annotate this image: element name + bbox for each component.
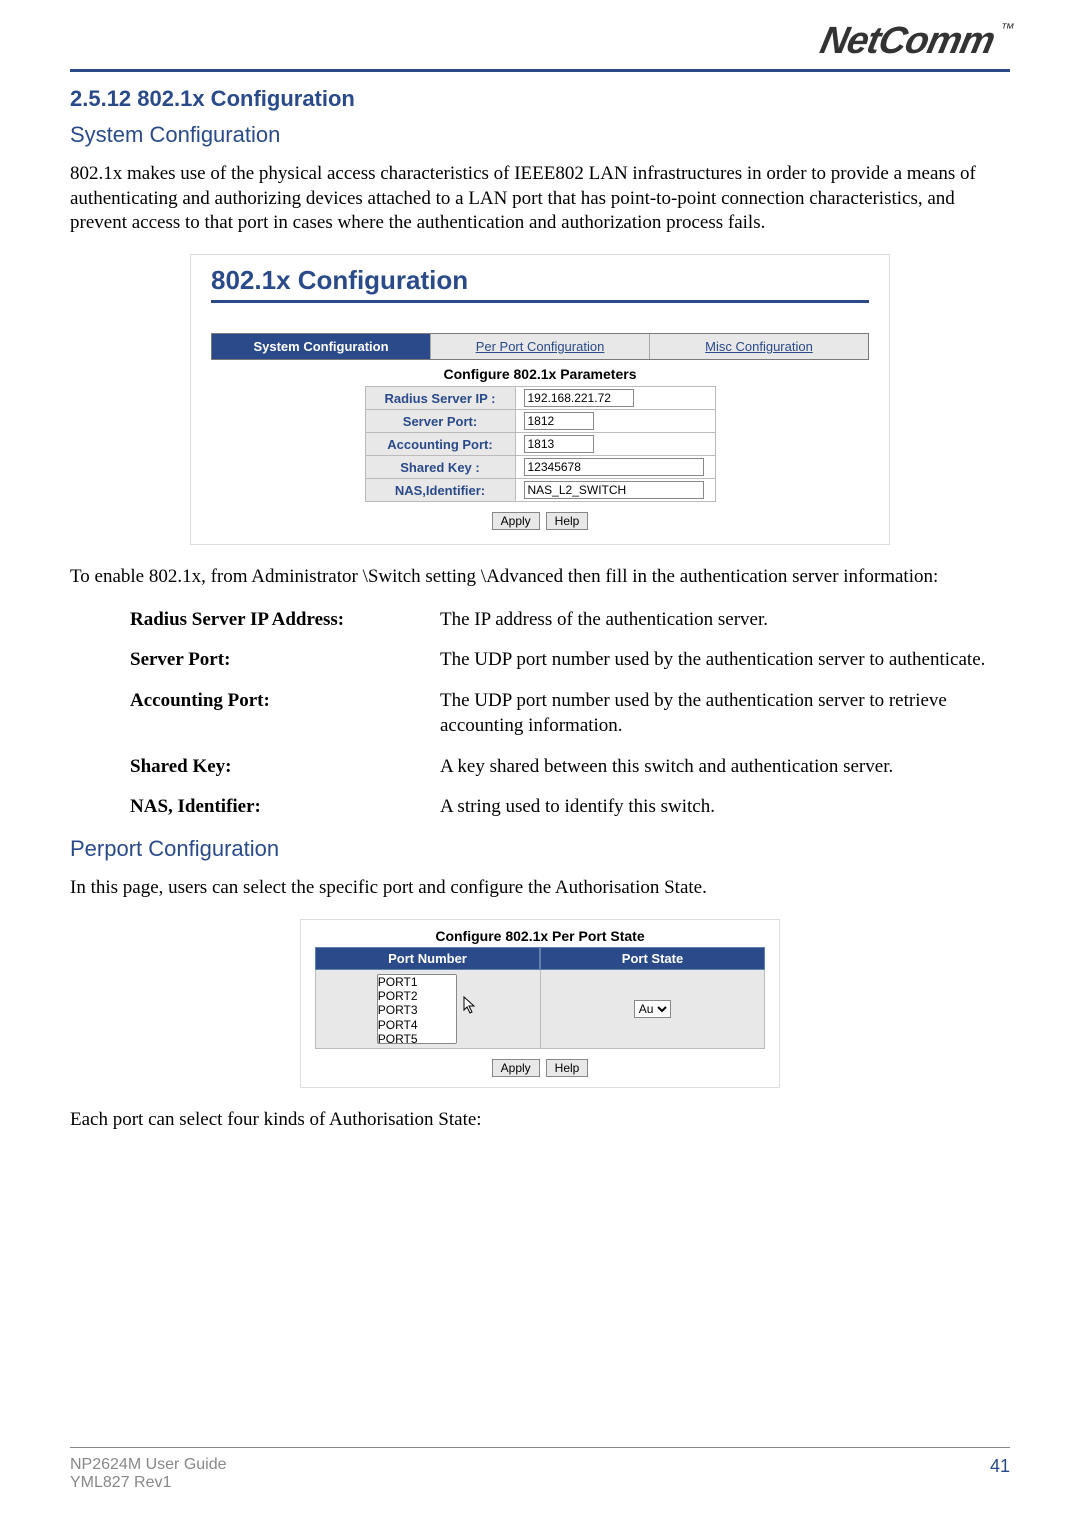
port-option: PORT5: [378, 1032, 456, 1043]
header-bar: NetComm™: [70, 20, 1010, 72]
page-footer: NP2624M User Guide YML827 Rev1 41: [70, 1447, 1010, 1492]
perport-caption: Configure 802.1x Per Port State: [315, 928, 765, 944]
server-port-label: Server Port:: [365, 410, 515, 433]
panel-button-row: Apply Help: [211, 512, 869, 530]
def-term: Shared Key:: [130, 755, 440, 780]
config-panel: 802.1x Configuration System Configuratio…: [190, 254, 890, 545]
def-term: NAS, Identifier:: [130, 795, 440, 820]
def-desc: The IP address of the authentication ser…: [440, 608, 1010, 633]
perport-apply-button[interactable]: Apply: [492, 1059, 540, 1077]
definitions-list: Radius Server IP Address:The IP address …: [130, 608, 1010, 820]
section-heading: 2.5.12 802.1x Configuration: [70, 86, 1010, 112]
perport-table-body: PORT1 PORT2 PORT3 PORT4 PORT5 Au: [315, 970, 765, 1049]
config-panel-title: 802.1x Configuration: [211, 265, 869, 303]
footer-guide: NP2624M User Guide: [70, 1456, 227, 1474]
perport-post-text: Each port can select four kinds of Autho…: [70, 1108, 1010, 1133]
enable-instructions: To enable 802.1x, from Administrator \Sw…: [70, 565, 1010, 590]
tab-system-configuration[interactable]: System Configuration: [212, 334, 430, 359]
perport-intro: In this page, users can select the speci…: [70, 876, 1010, 901]
brand-logo: NetComm™: [816, 20, 1015, 63]
accounting-port-input[interactable]: [524, 435, 594, 453]
nas-identifier-label: NAS,Identifier:: [365, 479, 515, 502]
perport-heading: Perport Configuration: [70, 836, 1010, 862]
def-row: Server Port:The UDP port number used by …: [130, 648, 1010, 673]
port-option: PORT1: [378, 975, 456, 989]
footer-rev: YML827 Rev1: [70, 1474, 227, 1492]
shared-key-input[interactable]: [524, 458, 704, 476]
brand-name: NetComm: [816, 20, 997, 62]
apply-button[interactable]: Apply: [492, 512, 540, 530]
port-option: PORT2: [378, 989, 456, 1003]
radius-ip-input[interactable]: [524, 389, 634, 407]
def-desc: A key shared between this switch and aut…: [440, 755, 1010, 780]
port-number-list[interactable]: PORT1 PORT2 PORT3 PORT4 PORT5: [377, 974, 457, 1044]
params-caption: Configure 802.1x Parameters: [211, 366, 869, 382]
perport-button-row: Apply Help: [315, 1059, 765, 1077]
tab-misc-configuration[interactable]: Misc Configuration: [649, 334, 868, 359]
params-table: Radius Server IP : Server Port: Accounti…: [365, 386, 716, 502]
server-port-input[interactable]: [524, 412, 594, 430]
perport-table-header: Port Number Port State: [315, 947, 765, 970]
tab-per-port-configuration[interactable]: Per Port Configuration: [430, 334, 649, 359]
def-row: NAS, Identifier:A string used to identif…: [130, 795, 1010, 820]
port-state-select[interactable]: Au: [634, 1000, 671, 1018]
cursor-icon: [463, 996, 479, 1021]
def-desc: The UDP port number used by the authenti…: [440, 648, 1010, 673]
shared-key-label: Shared Key :: [365, 456, 515, 479]
accounting-port-label: Accounting Port:: [365, 433, 515, 456]
page-number: 41: [990, 1456, 1010, 1492]
port-option: PORT4: [378, 1018, 456, 1032]
port-option: PORT3: [378, 1003, 456, 1017]
def-row: Shared Key:A key shared between this swi…: [130, 755, 1010, 780]
def-desc: A string used to identify this switch.: [440, 795, 1010, 820]
def-term: Radius Server IP Address:: [130, 608, 440, 633]
nas-identifier-input[interactable]: [524, 481, 704, 499]
col-port-number: Port Number: [315, 947, 540, 970]
def-row: Accounting Port:The UDP port number used…: [130, 689, 1010, 738]
def-row: Radius Server IP Address:The IP address …: [130, 608, 1010, 633]
col-port-state: Port State: [540, 947, 765, 970]
system-config-heading: System Configuration: [70, 122, 1010, 148]
help-button[interactable]: Help: [546, 512, 589, 530]
def-desc: The UDP port number used by the authenti…: [440, 689, 1010, 738]
radius-ip-label: Radius Server IP :: [365, 387, 515, 410]
trademark-symbol: ™: [998, 20, 1014, 36]
perport-help-button[interactable]: Help: [546, 1059, 589, 1077]
perport-panel: Configure 802.1x Per Port State Port Num…: [300, 919, 780, 1088]
config-tabs: System Configuration Per Port Configurat…: [211, 333, 869, 360]
def-term: Server Port:: [130, 648, 440, 673]
def-term: Accounting Port:: [130, 689, 440, 738]
system-config-intro: 802.1x makes use of the physical access …: [70, 162, 1010, 236]
